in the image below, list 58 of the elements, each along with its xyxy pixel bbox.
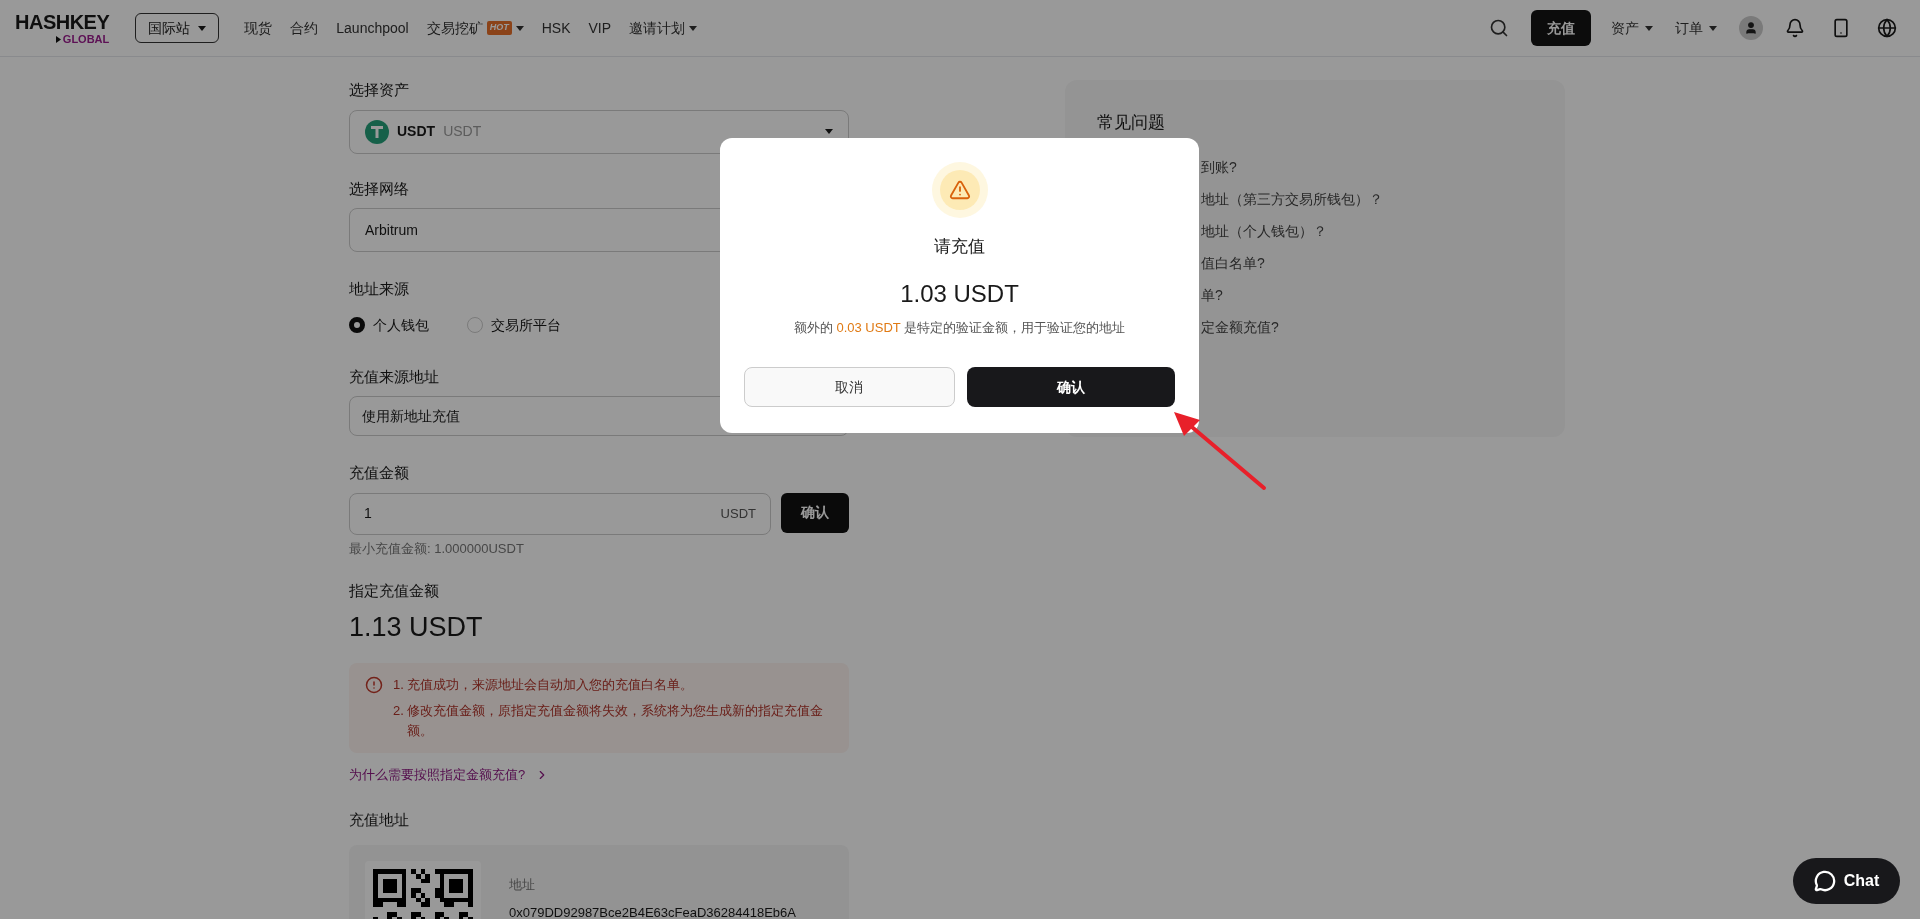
field-label: 充值金额 (349, 463, 409, 483)
address-label: 地址 (509, 876, 536, 894)
field-label: 充值来源地址 (349, 366, 439, 387)
nav-menu[interactable]: 订单 (1675, 17, 1717, 39)
faq-link[interactable]: 到账? (1201, 157, 1237, 178)
specified-amount: 1.13 USDT (349, 610, 484, 644)
faq-link[interactable]: 值白名单? (1201, 253, 1265, 274)
triangle-icon (55, 35, 61, 43)
field-label: 选择资产 (349, 80, 409, 100)
address-value: 0x079DD92987Bce2B4E63cFeaD36284418Eb6A (509, 903, 796, 919)
search-icon[interactable] (1489, 18, 1509, 38)
globe-icon[interactable] (1877, 18, 1897, 38)
nav-link[interactable]: Launchpool (327, 17, 418, 39)
field-label: 选择网络 (349, 178, 409, 199)
nav-link[interactable]: 现货 (235, 17, 282, 39)
faq-link[interactable]: 定金额充值? (1201, 317, 1279, 338)
deposit-button[interactable]: 充值 (1531, 10, 1591, 46)
nav-menu[interactable]: 资产 (1611, 17, 1653, 39)
confirm-button[interactable]: 确认 (966, 367, 1175, 407)
alert-icon (365, 676, 383, 694)
dialog-amount: 1.03 USDT (900, 278, 1019, 309)
avatar-icon[interactable] (1739, 16, 1763, 40)
caret-icon (1709, 25, 1717, 31)
radio-option[interactable]: 交易所平台 (467, 314, 561, 336)
faq-link[interactable]: 单? (1201, 285, 1223, 306)
min-amount-hint: 最小充值金额: 1.000000USDT (349, 539, 525, 558)
confirm-amount-button[interactable]: 确认 (781, 492, 849, 533)
nav-link[interactable]: VIP (579, 17, 621, 39)
logo-wordmark[interactable]: HASHKEY (15, 11, 110, 32)
logo-subtitle: GLOBAL (62, 33, 110, 45)
notice-text: 2. 修改充值金额，原指定充值金额将失效，系统将为您生成新的指定充值金额。 (393, 702, 825, 740)
caret-icon (198, 25, 207, 31)
field-label: 指定充值金额 (349, 581, 439, 601)
dialog-title: 请充值 (934, 236, 985, 258)
caret-icon (825, 129, 833, 134)
why-link[interactable]: 为什么需要按照指定金额充值? (349, 765, 550, 785)
notice-text: 1. 充值成功，来源地址会自动加入您的充值白名单。 (393, 676, 695, 694)
cancel-button[interactable]: 取消 (744, 367, 955, 407)
dialog-description: 额外的 0.03 USDT 是特定的验证金额，用于验证您的地址 (793, 318, 1126, 337)
faq-link[interactable]: 地址（第三方交易所钱包）？ (1201, 189, 1383, 210)
faq-link[interactable]: 地址（个人钱包）？ (1201, 221, 1327, 242)
faq-title: 常见问题 (1097, 112, 1166, 134)
chat-bubble-icon (1813, 870, 1836, 892)
bell-icon[interactable] (1785, 18, 1805, 38)
nav-link[interactable]: 交易挖矿 HOT (417, 17, 533, 39)
field-label: 地址来源 (349, 279, 409, 299)
nav-link[interactable]: 邀请计划 (620, 17, 707, 39)
nav-link[interactable]: HSK (532, 17, 580, 39)
hot-badge: HOT (486, 21, 512, 35)
amount-input[interactable]: 1 USDT (349, 492, 771, 535)
tether-icon (365, 119, 389, 144)
radio-option[interactable]: 个人钱包 (349, 314, 429, 336)
chat-button[interactable]: Chat (1793, 858, 1900, 904)
caret-icon (1645, 25, 1653, 31)
field-label: 充值地址 (349, 809, 409, 830)
phone-icon[interactable] (1831, 18, 1851, 38)
region-selector[interactable]: 国际站 (135, 13, 220, 43)
nav-link[interactable]: 合约 (281, 17, 328, 39)
